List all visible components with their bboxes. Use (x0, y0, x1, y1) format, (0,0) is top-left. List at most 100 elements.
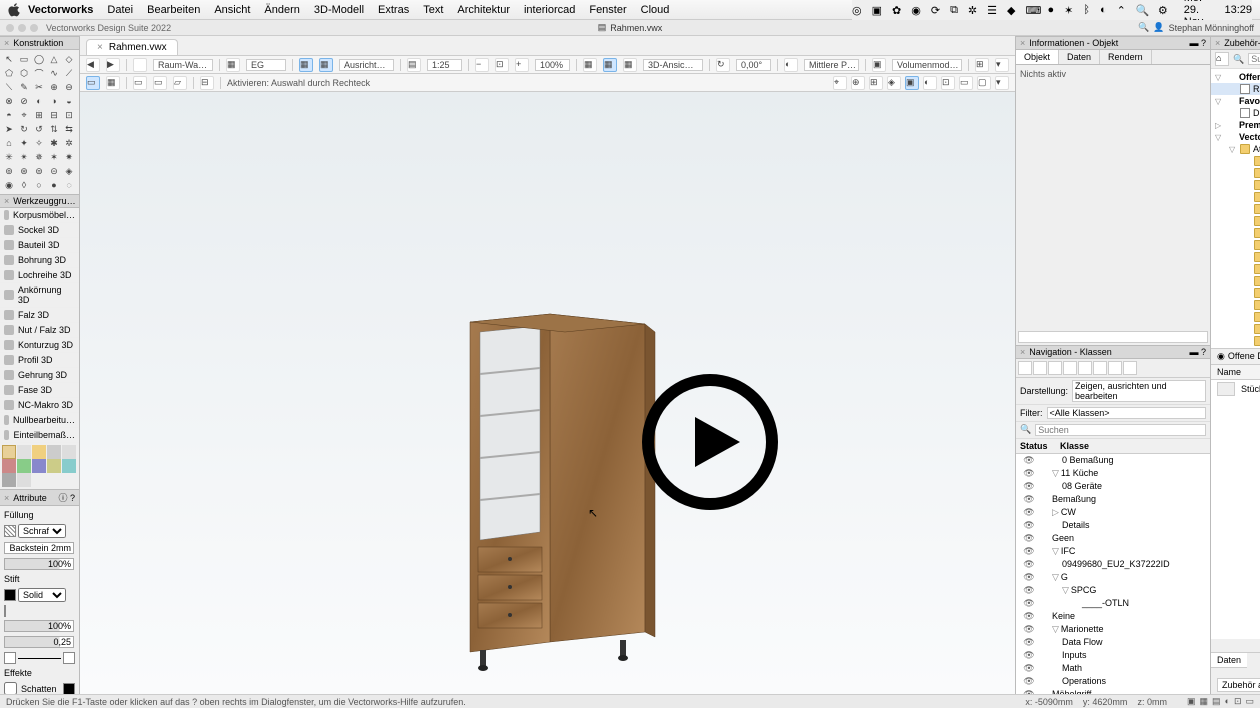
class-row[interactable]: 👁____-OTLN (1016, 597, 1210, 610)
search-icon[interactable]: 🔍 (1136, 4, 1148, 16)
nav-mode-button[interactable] (1078, 361, 1092, 375)
marker-start[interactable] (4, 652, 16, 664)
info-search[interactable] (1018, 331, 1208, 343)
scale-button[interactable]: ▤ (407, 58, 421, 72)
tool-icon[interactable]: ◓ (2, 108, 16, 122)
status-icon[interactable]: ◐ (1225, 696, 1230, 707)
menu-fenster[interactable]: Fenster (589, 4, 626, 16)
snap-button[interactable]: ▾ (995, 76, 1009, 90)
view-dropdown[interactable]: 3D-Ansic… (643, 59, 703, 71)
visibility-icon[interactable]: 👁 (1016, 663, 1042, 674)
toolset-item[interactable]: Falz 3D (0, 308, 79, 323)
tree-node[interactable]: Bestuhlung - Symbole (1211, 263, 1260, 275)
tool-icon[interactable]: ⊛ (17, 164, 31, 178)
zoom-value[interactable]: 100% (535, 59, 570, 71)
tool-icon[interactable]: ✶ (47, 150, 61, 164)
status-icon[interactable]: ◆ (1007, 4, 1015, 16)
toolset-item[interactable]: Einteilbemaß… (0, 428, 79, 443)
status-icon[interactable]: ✲ (968, 4, 977, 16)
data-tab[interactable]: Daten (1211, 653, 1247, 668)
render-button[interactable]: ◐ (784, 58, 798, 72)
menu-interiorcad[interactable]: interiorcad (524, 4, 575, 16)
tool-icon[interactable]: ⊡ (62, 108, 76, 122)
nav-header[interactable]: ×Navigation - Klassen▬ ? (1016, 345, 1210, 359)
class-dropdown[interactable]: Ausricht… (339, 59, 394, 71)
pen-swatch[interactable] (4, 589, 16, 601)
time[interactable]: 13:29 (1224, 4, 1252, 16)
tree-node[interactable]: Bridle Materialbestand (1211, 335, 1260, 347)
mode-button[interactable]: ▭ (86, 76, 100, 90)
misc-dropdown-1[interactable]: Mittlere P… (804, 59, 859, 71)
tree-node[interactable]: DIN-Kit.vwx (1211, 107, 1260, 119)
tool-icon[interactable] (47, 459, 61, 473)
toolset-item[interactable]: NC-Makro 3D (0, 398, 79, 413)
pen-width[interactable]: 0,25 (4, 636, 74, 648)
nav-mode-button[interactable] (1018, 361, 1032, 375)
tool-icon[interactable]: ✳ (2, 150, 16, 164)
darstellung-select[interactable]: Zeigen, ausrichten und bearbeiten (1072, 380, 1206, 402)
tool-icon[interactable]: ⊝ (47, 164, 61, 178)
drag-handle-icon[interactable]: ┄┄ (1211, 639, 1260, 652)
class-row[interactable]: 👁▽IFC (1016, 545, 1210, 558)
menu-architektur[interactable]: Architektur (457, 4, 510, 16)
control-center-icon[interactable]: ⚙ (1158, 4, 1168, 16)
nav-mode-button[interactable] (1093, 361, 1107, 375)
tree-node[interactable]: Attribute - Linienarten (1211, 179, 1260, 191)
status-icon[interactable]: ⟳ (931, 4, 940, 16)
tool-icon[interactable]: ⊘ (17, 94, 31, 108)
menu-extras[interactable]: Extras (378, 4, 409, 16)
tool-icon[interactable]: ✦ (17, 136, 31, 150)
tool-icon[interactable]: ∿ (47, 66, 61, 80)
status-icon[interactable]: ◎ (852, 4, 862, 16)
visibility-icon[interactable]: 👁 (1016, 650, 1042, 661)
shadow-swatch[interactable] (63, 683, 75, 695)
pen-preview[interactable] (4, 605, 6, 617)
zoom-out-button[interactable]: − (475, 58, 489, 72)
status-icon[interactable]: ☰ (987, 4, 997, 16)
tool-icon[interactable]: ⊕ (47, 80, 61, 94)
tool-icon[interactable]: ◒ (62, 94, 76, 108)
class-row[interactable]: 👁Details (1016, 519, 1210, 532)
nav-mode-button[interactable] (1033, 361, 1047, 375)
bluetooth-icon[interactable]: ᛒ (1083, 4, 1090, 16)
tool-icon[interactable] (62, 445, 76, 459)
toolset-item[interactable]: Bauteil 3D (0, 238, 79, 253)
mode-button[interactable]: ▦ (106, 76, 120, 90)
tree-node[interactable]: Attribute - Farbverläufe (1211, 167, 1260, 179)
app-name[interactable]: Vectorworks (28, 4, 93, 16)
class-row[interactable]: 👁▽SPCG (1016, 584, 1210, 597)
fill-swatch[interactable] (4, 525, 16, 537)
breadcrumb-seg[interactable]: ◉Offene Dokumente (1211, 349, 1260, 364)
tool-icon[interactable] (2, 459, 16, 473)
class-row[interactable]: 👁▽11 Küche (1016, 467, 1210, 480)
tree-node[interactable]: ▽Vectorworks-Bibliotheken (1211, 131, 1260, 143)
layout-dropdown[interactable]: Raum-Wa… (153, 59, 213, 71)
tool-icon[interactable] (17, 473, 31, 487)
fill-opacity[interactable]: 100% (4, 558, 74, 570)
status-icon[interactable]: ● (1047, 4, 1054, 16)
nav-mode-button[interactable] (1108, 361, 1122, 375)
tool-icon[interactable]: ⌂ (2, 136, 16, 150)
resmgr-home-button[interactable]: ⌂ (1215, 52, 1229, 66)
tool-icon[interactable]: ↖ (2, 52, 16, 66)
tool-icon[interactable]: ⊚ (2, 164, 16, 178)
marker-end[interactable] (63, 652, 75, 664)
visibility-icon[interactable]: 👁 (1016, 533, 1042, 544)
snap-button[interactable]: ▭ (959, 76, 973, 90)
snap-button[interactable]: ▢ (977, 76, 991, 90)
search-icon[interactable]: 🔍 (1138, 22, 1149, 33)
tree-node[interactable]: Rahmen.vwx (1211, 83, 1260, 95)
tool-icon[interactable]: ⊞ (32, 108, 46, 122)
menu-3dmodell[interactable]: 3D-Modell (314, 4, 364, 16)
zoom-in-button[interactable]: + (515, 58, 529, 72)
resource-row[interactable]: Stücklisten (1211, 380, 1260, 398)
toolset-item[interactable]: Korpusmöbel… (0, 208, 79, 223)
snap-button[interactable]: ⊞ (869, 76, 883, 90)
tool-icon[interactable]: ⟋ (62, 66, 76, 80)
tree-node[interactable]: ▽Attribute und Vorgaben (1211, 143, 1260, 155)
tool-icon[interactable] (17, 459, 31, 473)
menu-ansicht[interactable]: Ansicht (214, 4, 250, 16)
play-button-overlay[interactable] (640, 372, 780, 512)
tool-icon[interactable]: ✂ (32, 80, 46, 94)
tab-daten[interactable]: Daten (1059, 50, 1100, 64)
